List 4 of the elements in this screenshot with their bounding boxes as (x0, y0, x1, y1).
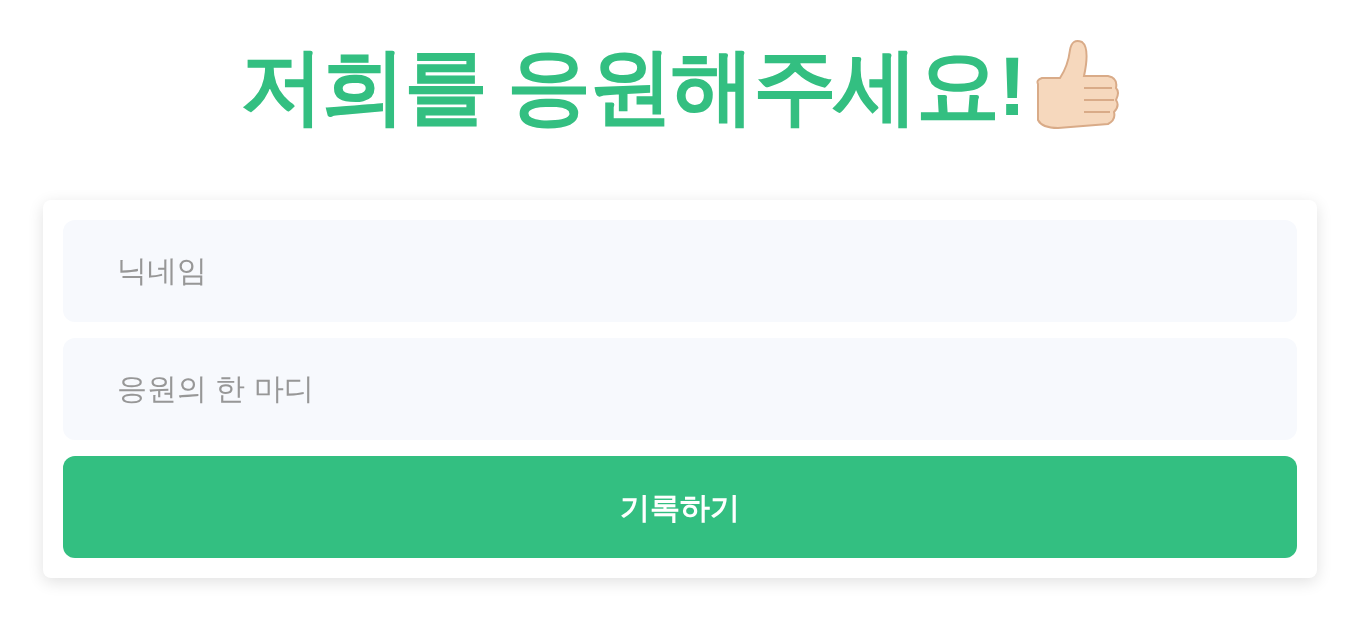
page-title: 저희를 응원해주세요! (239, 44, 1025, 128)
input-field[interactable]: 응원의 한 마디 (63, 338, 1297, 440)
input-field[interactable]: 닉네임 (63, 220, 1297, 322)
submit-button[interactable]: 기록하기 (63, 456, 1297, 558)
